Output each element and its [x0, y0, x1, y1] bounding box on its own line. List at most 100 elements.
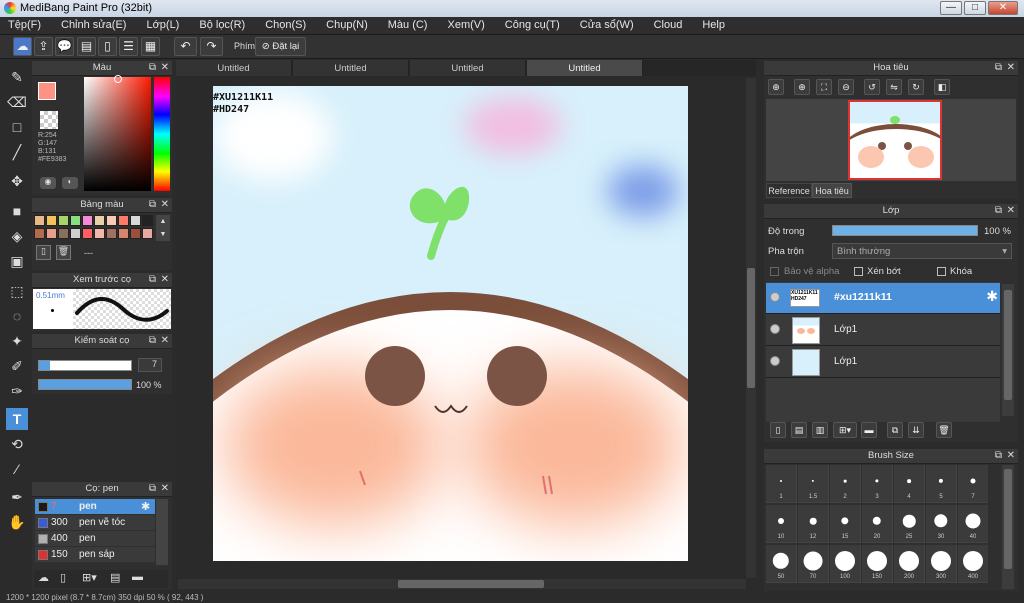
- palette-swatch[interactable]: [118, 215, 129, 226]
- vertical-scrollbar[interactable]: [746, 78, 756, 578]
- brush-size-cell[interactable]: 20: [862, 505, 893, 543]
- reset-button[interactable]: ⊘ Đặt lại: [255, 37, 306, 56]
- tab-reference[interactable]: Reference: [766, 183, 812, 198]
- brush-size-cell[interactable]: 2: [830, 465, 861, 503]
- palette-swatch[interactable]: [58, 215, 69, 226]
- close-icon[interactable]: ✕: [1007, 204, 1015, 218]
- delete-layer-icon[interactable]: 🗑: [936, 422, 952, 438]
- rotate-right-icon[interactable]: ↻: [908, 79, 924, 95]
- clipping-checkbox[interactable]: [854, 267, 863, 276]
- menu-cloud[interactable]: Cloud: [644, 17, 693, 34]
- navigator-preview[interactable]: [766, 99, 1016, 181]
- close-icon[interactable]: ✕: [161, 61, 169, 75]
- horizontal-scroll-thumb[interactable]: [398, 580, 544, 588]
- mirror-icon[interactable]: ◧: [934, 79, 950, 95]
- zoom-out-icon[interactable]: ⊖: [838, 79, 854, 95]
- hotkey-label[interactable]: Phím: [234, 41, 255, 51]
- cloud-brush-icon[interactable]: ☁: [38, 571, 49, 584]
- redo-icon[interactable]: ↷: [200, 37, 223, 56]
- operation-tool-icon[interactable]: ⟲: [6, 433, 28, 455]
- foreground-color-swatch[interactable]: [38, 82, 56, 100]
- line-tool-icon[interactable]: ╱: [6, 141, 28, 163]
- brush-size-cell[interactable]: 5: [926, 465, 957, 503]
- zoom-in-icon[interactable]: ⊕: [794, 79, 810, 95]
- palette-swatch[interactable]: [70, 215, 81, 226]
- zoom-reset-icon[interactable]: ⊕: [768, 79, 784, 95]
- menu-view[interactable]: Xem(V): [437, 17, 494, 34]
- rotate-left-icon[interactable]: ↺: [864, 79, 880, 95]
- palette-swatch[interactable]: [34, 228, 45, 239]
- merge-layer-icon[interactable]: ⇊: [908, 422, 924, 438]
- brush-size-cell[interactable]: 70: [798, 545, 829, 583]
- palette-swatch[interactable]: [130, 215, 141, 226]
- select-eraser-icon[interactable]: ✑: [6, 380, 28, 402]
- vertical-scroll-thumb[interactable]: [747, 268, 755, 388]
- undock-icon[interactable]: ⧉: [149, 334, 156, 348]
- sv-picker-cursor[interactable]: [114, 75, 122, 83]
- brush-size-cell[interactable]: 10: [766, 505, 797, 543]
- new-brush-icon[interactable]: ▯: [60, 571, 66, 584]
- tab-untitled-1[interactable]: Untitled: [176, 60, 292, 76]
- menu-snap[interactable]: Chụp(N): [316, 17, 378, 34]
- layer-gear-icon[interactable]: ✱: [986, 288, 998, 305]
- share-icon[interactable]: ⇪: [34, 37, 53, 56]
- palette-swatch[interactable]: [82, 228, 93, 239]
- transparent-color-swatch[interactable]: [40, 111, 58, 129]
- close-icon[interactable]: ✕: [1007, 61, 1015, 75]
- brush-size-cell[interactable]: 1: [766, 465, 797, 503]
- brush-item[interactable]: 150 pen sáp: [35, 547, 155, 562]
- brush-tool-icon[interactable]: ✎: [6, 66, 28, 88]
- layer-row-selected[interactable]: XU1211K11 HD247 #xu1211k11 ✱: [766, 283, 1000, 314]
- eye-icon[interactable]: [770, 356, 780, 366]
- move-tool-icon[interactable]: ✥: [6, 170, 28, 192]
- brush-size-slider[interactable]: [38, 360, 132, 371]
- horizontal-scrollbar[interactable]: [178, 579, 746, 589]
- menu-filter[interactable]: Bộ lọc(R): [189, 17, 255, 34]
- undock-icon[interactable]: ⧉: [995, 449, 1002, 463]
- brush-item[interactable]: 7 pen ✱: [35, 499, 155, 514]
- brush-opacity-slider[interactable]: [38, 379, 132, 390]
- brush-size-cell[interactable]: 400: [958, 545, 988, 583]
- palette-swatch[interactable]: [82, 215, 93, 226]
- hand-tool-icon[interactable]: ✋: [6, 511, 28, 533]
- protect-alpha-checkbox[interactable]: [770, 267, 779, 276]
- brush-size-cell[interactable]: 30: [926, 505, 957, 543]
- brush-size-cell[interactable]: 150: [862, 545, 893, 583]
- undock-icon[interactable]: ⧉: [149, 482, 156, 496]
- text-tool-icon[interactable]: T: [6, 408, 28, 430]
- palette-swatch[interactable]: [46, 215, 57, 226]
- palette-swatch[interactable]: [106, 228, 117, 239]
- navigator-viewport[interactable]: [848, 100, 942, 180]
- color-wheel-icon[interactable]: ◉: [40, 177, 56, 189]
- undo-icon[interactable]: ↶: [174, 37, 197, 56]
- brush-list-scrollbar[interactable]: [156, 499, 168, 565]
- new-1bit-layer-icon[interactable]: ▥: [812, 422, 828, 438]
- brush-size-cell[interactable]: 1.5: [798, 465, 829, 503]
- page-icon[interactable]: ▯: [98, 37, 117, 56]
- palette-scroll[interactable]: ▲ ▼: [156, 215, 170, 241]
- new-layer-icon[interactable]: ▯: [770, 422, 786, 438]
- tab-untitled-3[interactable]: Untitled: [410, 60, 526, 76]
- close-button[interactable]: ✕: [988, 1, 1018, 15]
- list-icon[interactable]: ☰: [119, 37, 138, 56]
- palette-swatch[interactable]: [58, 228, 69, 239]
- palette-swatch[interactable]: [34, 215, 45, 226]
- brush-size-cell[interactable]: 50: [766, 545, 797, 583]
- brush-size-cell[interactable]: 40: [958, 505, 988, 543]
- palette-swatch[interactable]: [106, 215, 117, 226]
- magic-wand-icon[interactable]: ✦: [6, 330, 28, 352]
- fill-rect-tool-icon[interactable]: ■: [6, 200, 28, 222]
- duplicate-layer-icon[interactable]: ⧉: [887, 422, 903, 438]
- menu-help[interactable]: Help: [692, 17, 735, 34]
- brush-size-value[interactable]: 7: [138, 358, 162, 372]
- undock-icon[interactable]: ⧉: [149, 61, 156, 75]
- layer-opacity-slider[interactable]: [832, 225, 978, 236]
- new-halftone-layer-icon[interactable]: ▤: [791, 422, 807, 438]
- brush-size-cell[interactable]: 7: [958, 465, 988, 503]
- brush-size-cell[interactable]: 4: [894, 465, 925, 503]
- comment-icon[interactable]: 💬: [55, 37, 74, 56]
- folder-icon[interactable]: ▬: [861, 422, 877, 438]
- palette-swatch[interactable]: [70, 228, 81, 239]
- lasso-tool-icon[interactable]: ◌: [6, 305, 28, 327]
- fit-icon[interactable]: ⛶: [816, 79, 832, 95]
